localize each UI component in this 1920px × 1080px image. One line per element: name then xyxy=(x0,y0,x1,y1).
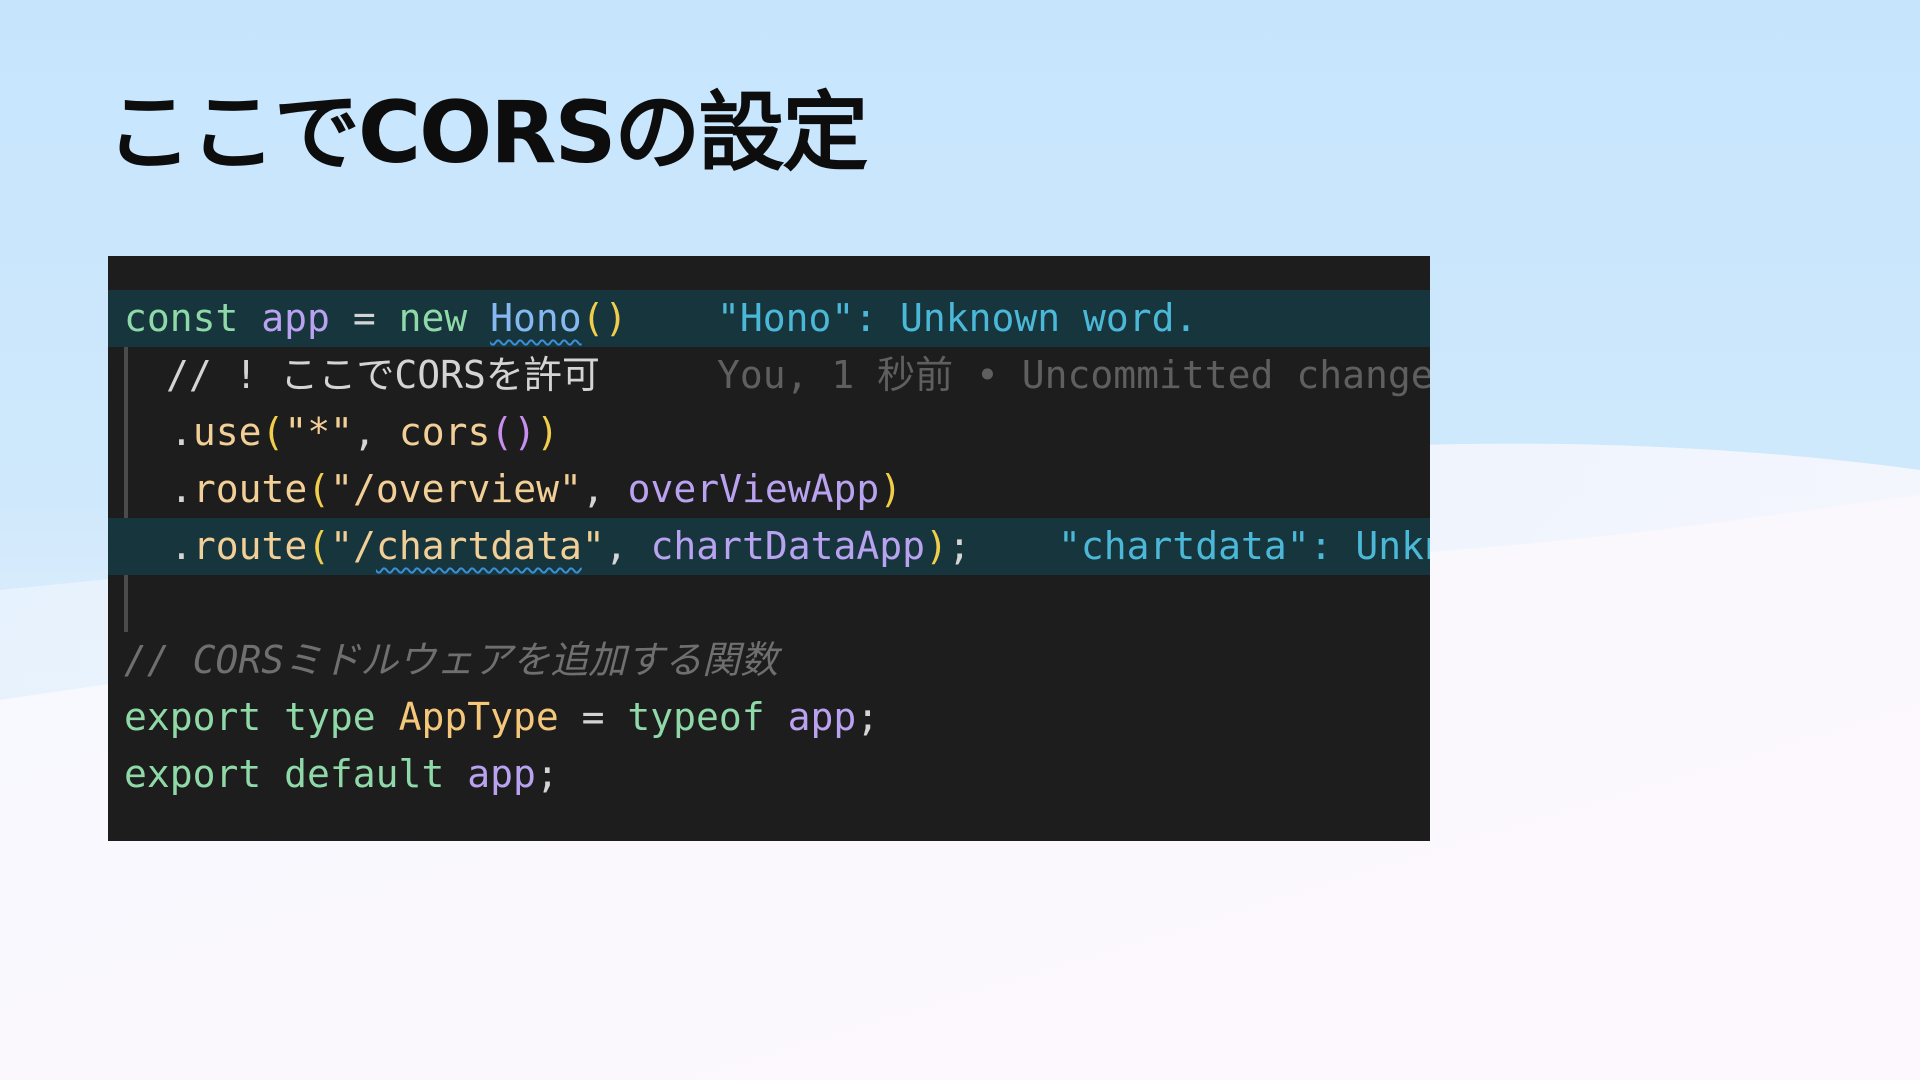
code-line-9-text: export default app; xyxy=(124,746,559,803)
semicolon: ; xyxy=(856,695,880,739)
keyword-new: new xyxy=(398,296,468,340)
git-blame-annotation: You, 1 秒前 • Uncommitted change xyxy=(717,353,1430,397)
keyword-default: default xyxy=(284,752,445,796)
dot: . xyxy=(170,410,193,454)
comment-cors-allow: // ! ここでCORSを許可 xyxy=(166,353,600,397)
slide-title: ここでCORSの設定 xyxy=(106,83,868,183)
identifier-app: app xyxy=(787,695,857,739)
keyword-export: export xyxy=(124,695,262,739)
code-line-8: export type AppType = typeof app; xyxy=(108,689,1430,746)
code-line-4: .route("/overview", overViewApp) xyxy=(108,461,1430,518)
keyword-export: export xyxy=(124,752,262,796)
comma: , xyxy=(581,467,605,511)
code-line-3-text: .use("*", cors()) xyxy=(170,404,559,461)
close-paren: ) xyxy=(879,467,903,511)
inner-parens: () xyxy=(490,410,537,454)
code-line-8-text: export type AppType = typeof app; xyxy=(124,689,879,746)
code-line-1-text: const app = new Hono() xyxy=(124,290,627,347)
keyword-typeof: typeof xyxy=(627,695,765,739)
keyword-const: const xyxy=(124,296,239,340)
open-paren: ( xyxy=(307,467,331,511)
dot: . xyxy=(170,467,193,511)
code-line-7: // CORSミドルウェアを追加する関数 xyxy=(108,632,1430,689)
code-line-2: // ! ここでCORSを許可 You, 1 秒前 • Uncommitted … xyxy=(108,347,1430,404)
code-line-5: .route("/chartdata", chartDataApp); "cha… xyxy=(108,518,1430,575)
keyword-type: type xyxy=(284,695,376,739)
identifier-app: app xyxy=(261,296,330,340)
comment-cors-middleware: // CORSミドルウェアを追加する関数 xyxy=(124,638,779,682)
code-line-9: export default app; xyxy=(108,746,1430,803)
operator-equals: = xyxy=(352,296,376,340)
close-paren: ) xyxy=(536,410,560,454)
code-editor-panel: const app = new Hono() "Hono": Unknown w… xyxy=(108,256,1430,841)
string-close: " xyxy=(581,524,605,568)
close-paren: ) xyxy=(925,524,948,568)
open-paren: ( xyxy=(307,524,331,568)
code-line-4-text: .route("/overview", overViewApp) xyxy=(170,461,902,518)
identifier-chartdataapp: chartDataApp xyxy=(650,524,926,568)
code-line-5-text: .route("/chartdata", chartDataApp); xyxy=(170,518,971,575)
string-overview-path: "/overview" xyxy=(330,467,582,511)
dot: . xyxy=(170,524,193,568)
identifier-app: app xyxy=(467,752,536,796)
code-line-3: .use("*", cors()) xyxy=(108,404,1430,461)
semicolon: ; xyxy=(535,752,559,796)
class-hono-squiggled[interactable]: Hono xyxy=(490,296,582,340)
function-cors: cors xyxy=(398,410,491,454)
semicolon: ; xyxy=(947,524,971,568)
type-apptype: AppType xyxy=(398,695,559,739)
diagnostic-chartdata-unknown-word: "chartdata": Unknown word. xyxy=(1058,524,1430,568)
string-open: "/ xyxy=(330,524,376,568)
comma: , xyxy=(604,524,628,568)
identifier-overviewapp: overViewApp xyxy=(627,467,880,511)
parens: () xyxy=(581,296,628,340)
code-line-1: const app = new Hono() "Hono": Unknown w… xyxy=(108,290,1430,347)
method-route: route xyxy=(192,524,308,568)
comma: , xyxy=(353,410,376,454)
operator-equals: = xyxy=(581,695,605,739)
method-use: use xyxy=(192,410,262,454)
open-paren: ( xyxy=(261,410,285,454)
diagnostic-hono-unknown-word: "Hono": Unknown word. xyxy=(717,296,1198,340)
method-route: route xyxy=(192,467,308,511)
string-chartdata-squiggled[interactable]: chartdata xyxy=(376,524,582,568)
string-star: "*" xyxy=(284,410,354,454)
